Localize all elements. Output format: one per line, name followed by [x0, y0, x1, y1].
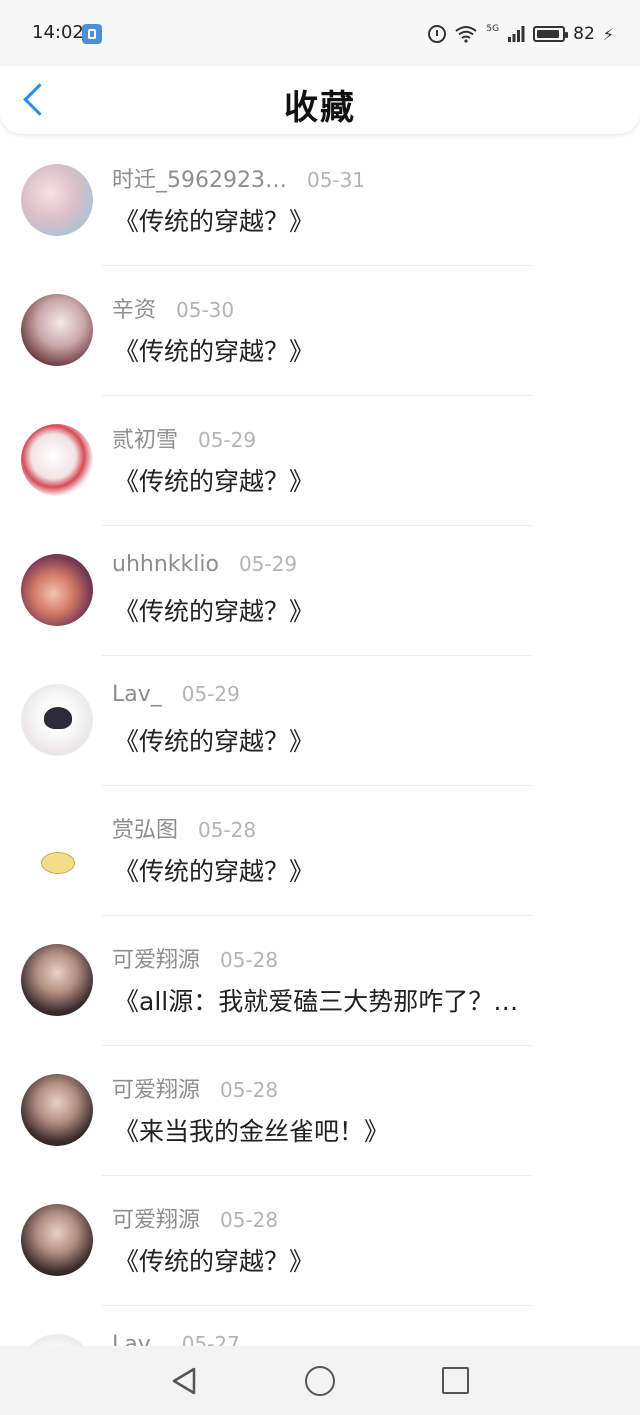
author-name: Lav_ [112, 1332, 162, 1346]
item-date: 05-31 [306, 168, 366, 192]
nav-home-icon[interactable] [305, 1366, 335, 1396]
battery-level: 82 [573, 24, 595, 44]
avatar[interactable] [21, 554, 93, 626]
item-date: 05-27 [181, 1332, 240, 1346]
avatar[interactable] [21, 684, 93, 756]
author-name: uhhnkklio [112, 552, 219, 577]
item-title: 《传统的穿越？》 [114, 597, 315, 626]
status-bar: 14:02 5G 82 ⚡ [0, 0, 640, 66]
author-name: 可爱翔源 [112, 948, 201, 973]
list-item[interactable]: 辛资 05-30 《传统的穿越？》 [0, 266, 640, 396]
item-meta: 辛资 05-30 [112, 292, 235, 323]
avatar[interactable] [21, 944, 93, 1016]
status-indicators: 5G 82 ⚡ [428, 22, 614, 46]
item-title: 《传统的穿越？》 [114, 1247, 315, 1276]
list-item[interactable]: 时迁_5962923… 05-31 《传统的穿越？》 [0, 136, 640, 266]
item-meta: Lav_ 05-29 [112, 682, 240, 712]
item-date: 05-28 [220, 948, 279, 972]
avatar[interactable] [21, 1074, 93, 1146]
item-title: 《传统的穿越？》 [114, 337, 315, 366]
avatar[interactable] [21, 294, 93, 366]
item-date: 05-28 [198, 818, 257, 842]
avatar[interactable] [21, 424, 93, 496]
author-name: 辛资 [112, 298, 157, 323]
item-meta: uhhnkklio 05-29 [112, 552, 297, 582]
item-meta: 可爱翔源 05-28 [112, 1202, 279, 1233]
item-title: 《all源：我就爱磕三大势那咋了？… [114, 987, 519, 1016]
author-name: 可爱翔源 [112, 1208, 201, 1233]
charging-icon: ⚡ [602, 24, 614, 44]
item-meta: 可爱翔源 05-28 [112, 1072, 279, 1103]
item-meta: Lav_ 05-27 [112, 1332, 240, 1346]
avatar[interactable] [21, 164, 93, 236]
nav-recents-icon[interactable] [442, 1367, 469, 1394]
network-type-label: 5G [486, 24, 500, 34]
item-meta: 贰初雪 05-29 [112, 422, 257, 453]
list-item[interactable]: 可爱翔源 05-28 《all源：我就爱磕三大势那咋了？… [0, 916, 640, 1046]
nav-back-icon[interactable] [170, 1366, 198, 1396]
list-item[interactable]: 贰初雪 05-29 《传统的穿越？》 [0, 396, 640, 526]
author-name: 赏弘图 [112, 818, 179, 843]
header: 收藏 [0, 66, 640, 134]
item-meta: 赏弘图 05-28 [112, 812, 257, 843]
item-date: 05-29 [181, 682, 240, 706]
list-item[interactable]: 可爱翔源 05-28 《传统的穿越？》 [0, 1176, 640, 1306]
page-title: 收藏 [284, 88, 356, 128]
item-title: 《传统的穿越？》 [114, 207, 315, 236]
avatar[interactable] [21, 1334, 93, 1346]
avatar[interactable] [21, 1204, 93, 1276]
notification-app-icon [82, 24, 102, 44]
status-time: 14:02 [32, 22, 84, 43]
item-title: 《传统的穿越？》 [114, 727, 315, 756]
author-name: 可爱翔源 [112, 1078, 201, 1103]
item-title: 《传统的穿越？》 [114, 857, 315, 886]
item-title: 《来当我的金丝雀吧！》 [114, 1117, 390, 1146]
item-date: 05-28 [220, 1208, 279, 1232]
list-item[interactable]: 赏弘图 05-28 《传统的穿越？》 [0, 786, 640, 916]
favorites-list[interactable]: 时迁_5962923… 05-31 《传统的穿越？》 辛资 05-30 《传统的… [0, 136, 640, 1346]
item-title: 《传统的穿越？》 [114, 467, 315, 496]
item-date: 05-30 [176, 298, 235, 322]
list-item[interactable]: uhhnkklio 05-29 《传统的穿越？》 [0, 526, 640, 656]
list-item[interactable]: Lav_ 05-27 [0, 1306, 640, 1346]
author-name: Lav_ [112, 682, 162, 707]
alarm-icon [428, 25, 447, 43]
system-nav-bar [0, 1346, 640, 1415]
avatar[interactable] [21, 814, 93, 886]
author-name: 时迁_5962923… [112, 168, 287, 193]
list-item[interactable]: 可爱翔源 05-28 《来当我的金丝雀吧！》 [0, 1046, 640, 1176]
wifi-icon [454, 25, 478, 43]
battery-icon [533, 26, 569, 42]
item-date: 05-28 [220, 1078, 279, 1102]
item-meta: 可爱翔源 05-28 [112, 942, 279, 973]
item-date: 05-29 [238, 552, 298, 576]
item-meta: 时迁_5962923… 05-31 [112, 162, 366, 193]
list-item[interactable]: Lav_ 05-29 《传统的穿越？》 [0, 656, 640, 786]
author-name: 贰初雪 [112, 428, 179, 453]
signal-icon [507, 25, 525, 43]
item-date: 05-29 [198, 428, 257, 452]
